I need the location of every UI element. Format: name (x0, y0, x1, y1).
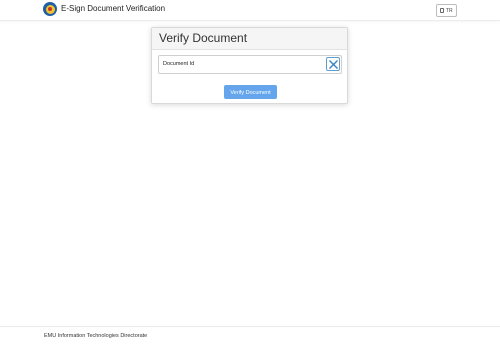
document-id-label: Document Id (163, 61, 195, 67)
app-title: E-Sign Document Verification (61, 4, 166, 13)
university-seal-icon (43, 2, 57, 16)
scan-button[interactable] (326, 57, 340, 71)
footer: EMU Information Technologies Directorate (0, 326, 500, 349)
top-navbar: E-Sign Document Verification TR (0, 0, 500, 21)
qr-scan-icon (328, 59, 338, 69)
language-label: TR (446, 7, 453, 14)
language-icon (440, 8, 444, 13)
brand[interactable]: E-Sign Document Verification (43, 2, 165, 16)
verify-document-button[interactable]: Verify Document (224, 85, 277, 99)
footer-text: EMU Information Technologies Directorate (44, 333, 148, 339)
document-id-field[interactable]: Document Id (158, 55, 342, 74)
language-toggle-button[interactable]: TR (436, 4, 457, 17)
card-title: Verify Document (152, 28, 347, 50)
verify-document-card: Verify Document Document Id Verify Docum… (151, 27, 348, 104)
